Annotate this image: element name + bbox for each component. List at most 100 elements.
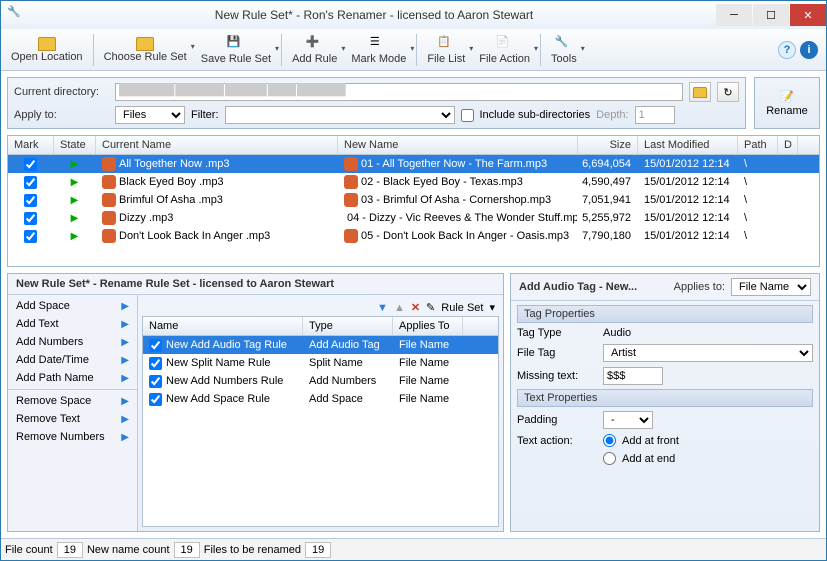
col-size[interactable]: Size	[578, 136, 638, 154]
text-action-label: Text action:	[517, 435, 597, 447]
sidebar-add-path[interactable]: Add Path Name▶	[8, 369, 137, 387]
table-row[interactable]: ▶Don't Look Back In Anger .mp305 - Don't…	[8, 227, 819, 245]
rule-row[interactable]: New Split Name RuleSplit NameFile Name	[143, 354, 498, 372]
info-icon[interactable]: i	[800, 41, 818, 59]
modified: 15/01/2012 12:14	[638, 176, 738, 188]
play-icon: ▶	[71, 159, 79, 170]
minimize-button[interactable]: ─	[716, 4, 752, 26]
rule-checkbox[interactable]	[149, 357, 162, 370]
filter-bar: Current directory: ████████ ███████ ████…	[1, 71, 826, 135]
add-end-radio[interactable]	[603, 452, 616, 465]
audio-icon	[102, 211, 116, 225]
rule-type: Add Numbers	[303, 375, 393, 387]
add-front-radio[interactable]	[603, 434, 616, 447]
col-rule-applies[interactable]: Applies To	[393, 317, 463, 335]
sidebar-remove-text[interactable]: Remove Text▶	[8, 410, 137, 428]
col-mark[interactable]: Mark	[8, 136, 54, 154]
filter-select[interactable]	[225, 106, 455, 124]
mark-mode-button[interactable]: ☰Mark Mode▾	[345, 33, 412, 67]
modified: 15/01/2012 12:14	[638, 212, 738, 224]
new-name: 01 - All Together Now - The Farm.mp3	[361, 158, 547, 170]
chevron-right-icon: ▶	[121, 432, 129, 443]
depth-label: Depth:	[596, 109, 628, 121]
current-dir-input[interactable]: ████████ ███████ ██████ ████ ███████	[115, 83, 683, 101]
delete-rule-icon[interactable]: ✕	[411, 301, 420, 314]
file-list-button[interactable]: 📋File List▾	[421, 33, 471, 67]
depth-input	[635, 106, 675, 124]
filter-label: Filter:	[191, 109, 219, 121]
browse-button[interactable]	[689, 82, 711, 102]
apply-to-select[interactable]: Files	[115, 106, 185, 124]
mark-checkbox[interactable]	[24, 230, 37, 243]
save-rule-set-button[interactable]: 💾Save Rule Set▾	[195, 33, 277, 67]
col-new-name[interactable]: New Name	[338, 136, 578, 154]
applies-to-select[interactable]: File Name	[731, 278, 811, 296]
file-tag-select[interactable]: Artist	[603, 344, 813, 362]
move-up-icon[interactable]: ▲	[394, 302, 405, 314]
move-down-icon[interactable]: ▼	[377, 302, 388, 314]
audio-icon	[102, 229, 116, 243]
folder-icon	[136, 37, 154, 51]
modified: 15/01/2012 12:14	[638, 230, 738, 242]
size: 7,790,180	[578, 230, 638, 242]
text-properties-header: Text Properties	[517, 389, 813, 407]
rule-checkbox[interactable]	[149, 339, 162, 352]
sidebar-remove-space[interactable]: Remove Space▶	[8, 392, 137, 410]
audio-icon	[344, 229, 358, 243]
app-icon: 🔧	[7, 5, 27, 25]
close-button[interactable]: ✕	[790, 4, 826, 26]
rename-count-label: Files to be renamed	[204, 544, 301, 556]
include-sub-label: Include sub-directories	[480, 109, 591, 121]
add-icon: ➕	[306, 35, 324, 53]
mark-checkbox[interactable]	[24, 194, 37, 207]
properties-panel: Add Audio Tag - New... Applies to: File …	[510, 273, 820, 532]
mark-checkbox[interactable]	[24, 158, 37, 171]
status-bar: File count 19 New name count 19 Files to…	[1, 538, 826, 560]
rule-applies: File Name	[393, 339, 463, 351]
table-row[interactable]: ▶Brimful Of Asha .mp303 - Brimful Of Ash…	[8, 191, 819, 209]
table-row[interactable]: ▶Dizzy .mp304 - Dizzy - Vic Reeves & The…	[8, 209, 819, 227]
mark-checkbox[interactable]	[24, 176, 37, 189]
sidebar-remove-numbers[interactable]: Remove Numbers▶	[8, 428, 137, 446]
rule-checkbox[interactable]	[149, 375, 162, 388]
audio-icon	[344, 157, 358, 171]
sidebar-add-numbers[interactable]: Add Numbers▶	[8, 333, 137, 351]
tools-button[interactable]: 🔧Tools▾	[545, 33, 583, 67]
include-sub-checkbox[interactable]	[461, 109, 474, 122]
rule-row[interactable]: New Add Numbers RuleAdd NumbersFile Name	[143, 372, 498, 390]
sidebar-add-space[interactable]: Add Space▶	[8, 297, 137, 315]
col-rule-type[interactable]: Type	[303, 317, 393, 335]
choose-rule-set-button[interactable]: Choose Rule Set▾	[98, 35, 193, 65]
rule-checkbox[interactable]	[149, 393, 162, 406]
col-modified[interactable]: Last Modified	[638, 136, 738, 154]
padding-select[interactable]: -	[603, 411, 653, 429]
chevron-down-icon[interactable]: ▾	[489, 301, 495, 314]
sidebar-add-text[interactable]: Add Text▶	[8, 315, 137, 333]
table-row[interactable]: ▶All Together Now .mp301 - All Together …	[8, 155, 819, 173]
sidebar-add-datetime[interactable]: Add Date/Time▶	[8, 351, 137, 369]
open-location-button[interactable]: Open Location	[5, 35, 89, 65]
maximize-button[interactable]: ☐	[753, 4, 789, 26]
missing-text-input[interactable]	[603, 367, 663, 385]
help-icon[interactable]: ?	[778, 41, 796, 59]
refresh-button[interactable]: ↻	[717, 82, 739, 102]
rule-name: New Add Space Rule	[166, 393, 270, 405]
mark-checkbox[interactable]	[24, 212, 37, 225]
add-rule-button[interactable]: ➕Add Rule▾	[286, 33, 343, 67]
play-icon: ▶	[71, 231, 79, 242]
rename-button[interactable]: 📝 Rename	[754, 77, 820, 129]
table-row[interactable]: ▶Black Eyed Boy .mp302 - Black Eyed Boy …	[8, 173, 819, 191]
col-current-name[interactable]: Current Name	[96, 136, 338, 154]
rule-set-label[interactable]: Rule Set	[441, 302, 483, 314]
col-path[interactable]: Path	[738, 136, 778, 154]
audio-icon	[344, 193, 358, 207]
rule-applies: File Name	[393, 357, 463, 369]
rule-row[interactable]: New Add Space RuleAdd SpaceFile Name	[143, 390, 498, 408]
apply-to-label: Apply to:	[14, 109, 109, 121]
col-rule-name[interactable]: Name	[143, 317, 303, 335]
rule-row[interactable]: New Add Audio Tag RuleAdd Audio TagFile …	[143, 336, 498, 354]
col-d[interactable]: D	[778, 136, 798, 154]
col-state[interactable]: State	[54, 136, 96, 154]
file-action-button[interactable]: 📄File Action▾	[473, 33, 536, 67]
edit-icon[interactable]: ✎	[426, 301, 435, 314]
